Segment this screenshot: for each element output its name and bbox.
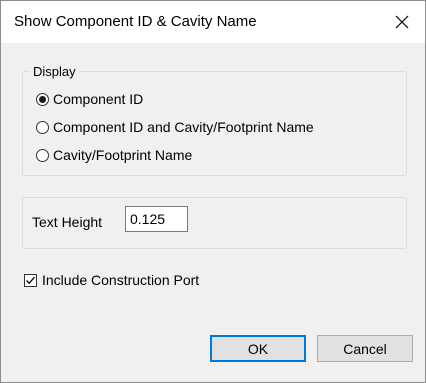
text-height-label: Text Height xyxy=(32,214,103,230)
radio-label: Component ID xyxy=(53,91,144,107)
checkbox[interactable] xyxy=(24,273,37,287)
close-icon xyxy=(395,15,409,29)
checkmark-icon xyxy=(26,276,35,284)
include-construction-port-checkbox[interactable]: Include Construction Port xyxy=(24,270,199,290)
radio-cavity-footprint-name[interactable]: Cavity/Footprint Name xyxy=(36,145,192,165)
radio-component-id-and-cavity[interactable]: Component ID and Cavity/Footprint Name xyxy=(36,117,314,137)
cancel-button[interactable]: Cancel xyxy=(317,335,413,362)
dialog-window: Show Component ID & Cavity Name Display … xyxy=(0,0,426,383)
radio-button[interactable] xyxy=(36,148,49,162)
checkbox-label: Include Construction Port xyxy=(42,272,200,288)
text-height-input[interactable] xyxy=(125,206,188,232)
radio-label: Component ID and Cavity/Footprint Name xyxy=(53,119,314,135)
radio-button[interactable] xyxy=(36,120,49,134)
title-bar: Show Component ID & Cavity Name xyxy=(1,1,425,43)
radio-component-id[interactable]: Component ID xyxy=(36,89,143,109)
ok-button[interactable]: OK xyxy=(210,335,306,362)
close-button[interactable] xyxy=(379,1,425,43)
display-group-legend: Display xyxy=(33,64,76,79)
dialog-title: Show Component ID & Cavity Name xyxy=(14,13,257,30)
radio-button[interactable] xyxy=(36,92,49,106)
radio-label: Cavity/Footprint Name xyxy=(53,147,193,163)
